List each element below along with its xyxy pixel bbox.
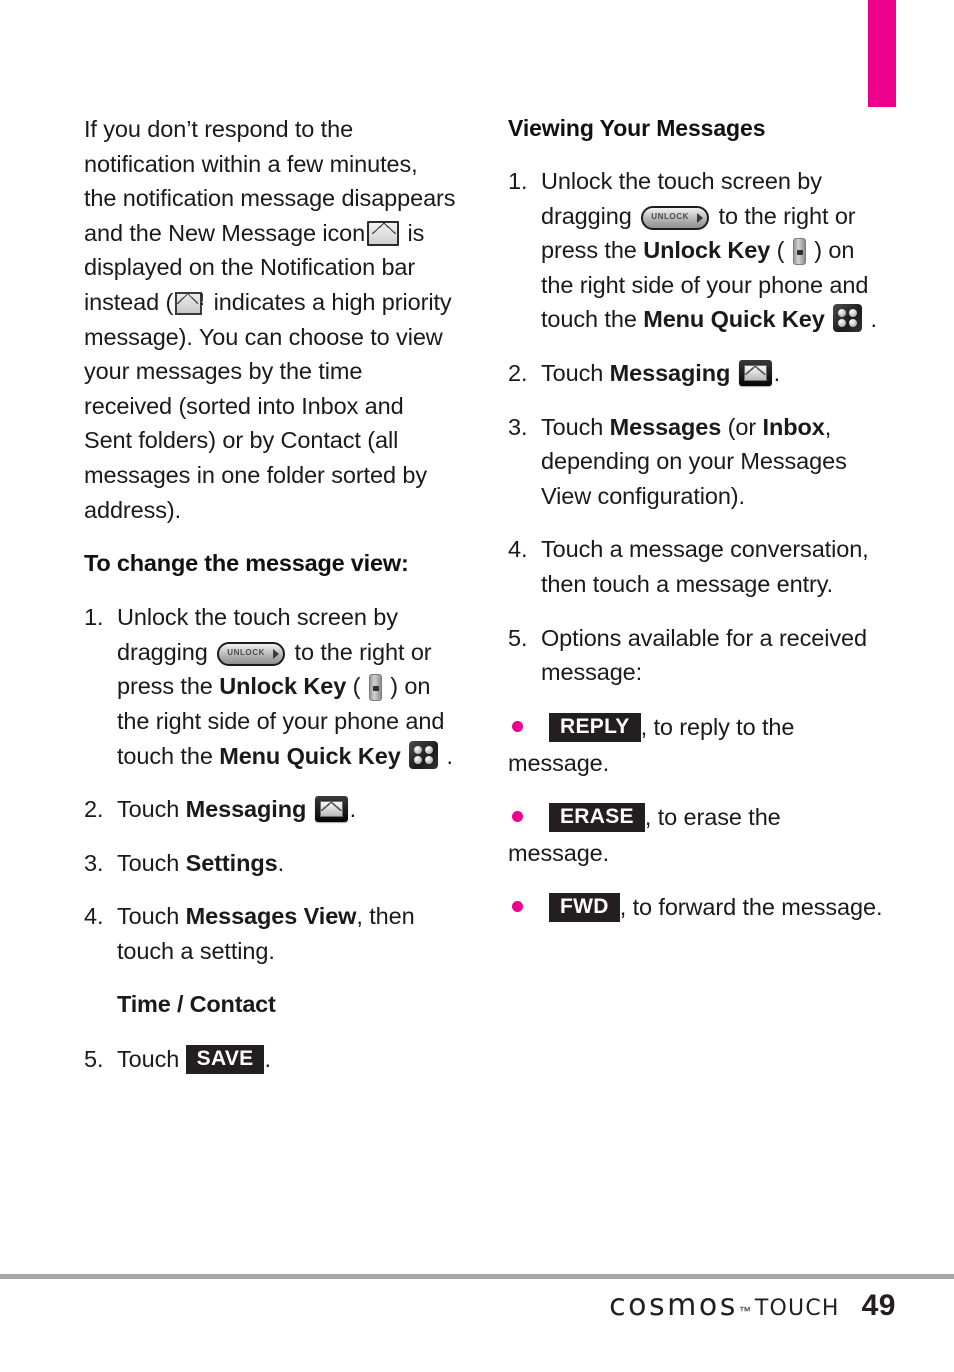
right-step-3-text-b: (or <box>727 413 757 440</box>
left-step-1-bold-unlock-key: Unlock Key <box>219 673 347 700</box>
right-step-3-number: 3. <box>508 413 528 440</box>
right-step-5-number: 5. <box>508 624 528 651</box>
option-reply: REPLY, to reply to the message. <box>508 709 886 781</box>
right-step-3-bold-inbox: Inbox <box>762 413 825 440</box>
left-step-3: 3. Touch Settings. <box>84 846 456 881</box>
left-step-5-text-a: Touch <box>117 1046 180 1073</box>
messaging-app-icon <box>314 796 348 823</box>
option-fwd: FWD, to forward the message. <box>508 889 886 925</box>
footer-divider <box>0 1274 954 1279</box>
left-step-2: 2. Touch Messaging . <box>84 792 456 827</box>
left-step-3-period: . <box>277 849 285 876</box>
footer: cosmos ™ TOUCH 49 <box>609 1288 896 1323</box>
right-step-1-period: . <box>870 306 878 333</box>
right-step-1-number: 1. <box>508 168 528 194</box>
left-column: If you don’t respond to the notification… <box>84 112 456 1096</box>
unlock-slider-label: UNLOCK <box>651 211 690 221</box>
high-priority-message-icon: ! <box>175 290 205 315</box>
brand-subname: TOUCH <box>754 1296 840 1321</box>
right-step-2-period: . <box>773 359 781 386</box>
left-step-5-number: 5. <box>84 1046 104 1073</box>
intro-paragraph: If you don’t respond to the notification… <box>84 112 456 527</box>
left-step-1-bold-menu-quick-key: Menu Quick Key <box>219 742 401 769</box>
left-step-3-text-a: Touch <box>117 849 180 876</box>
right-step-4: 4. Touch a message conversation, then tou… <box>508 532 886 601</box>
left-step-4-number: 4. <box>84 903 104 930</box>
right-step-1-paren-open: ( <box>776 237 785 264</box>
left-step-1-number: 1. <box>84 604 104 631</box>
viewing-your-messages-heading: Viewing Your Messages <box>508 115 766 141</box>
fwd-button-keycap[interactable]: FWD <box>549 892 620 922</box>
left-step-1-period: . <box>446 742 454 769</box>
right-step-1: 1. Unlock the touch screen by dragging UN… <box>508 164 886 337</box>
left-step-2-number: 2. <box>84 796 104 823</box>
right-step-2-text-a: Touch <box>541 359 604 386</box>
right-step-2: 2. Touch Messaging . <box>508 356 886 391</box>
right-step-3-text-a: Touch <box>541 413 604 440</box>
page-number: 49 <box>861 1289 896 1322</box>
unlock-slider-icon: UNLOCK <box>217 641 286 666</box>
left-step-3-number: 3. <box>84 849 104 876</box>
messages-view-options: Time / Contact <box>117 991 276 1018</box>
menu-quick-key-icon <box>833 304 863 333</box>
brand-name: cosmos <box>609 1288 738 1323</box>
right-step-2-bold-messaging: Messaging <box>609 359 731 386</box>
option-erase: ERASE, to erase the message. <box>508 799 886 871</box>
change-message-view-subheading: To change the message view: <box>84 550 409 577</box>
right-step-4-text-a: Touch a message conversation, then touch… <box>541 536 869 597</box>
save-button-keycap[interactable]: SAVE <box>185 1045 265 1075</box>
intro-text-part3: indicates a high priority message). You … <box>84 288 452 523</box>
left-step-2-text-a: Touch <box>117 796 180 823</box>
unlock-slider-label: UNLOCK <box>227 647 266 657</box>
priority-exclamation: ! <box>198 289 205 309</box>
option-fwd-text: , to forward the message. <box>619 893 883 920</box>
intro-text-part1: If you don’t respond to the notification… <box>84 116 456 246</box>
right-step-2-number: 2. <box>508 359 528 386</box>
bullet-dot-icon <box>512 901 523 913</box>
trademark-symbol: ™ <box>738 1304 751 1318</box>
left-step-4-text-a: Touch <box>117 903 180 930</box>
right-step-1-bold-unlock-key: Unlock Key <box>643 237 771 264</box>
right-column: Viewing Your Messages 1. Unlock the touch… <box>508 112 886 943</box>
left-step-1-paren-open: ( <box>352 673 361 700</box>
right-step-3-bold-messages: Messages <box>609 413 722 440</box>
left-step-2-period: . <box>349 796 357 823</box>
page-content: If you don’t respond to the notification… <box>0 0 954 1260</box>
new-message-envelope-icon <box>367 220 400 246</box>
menu-quick-key-icon <box>409 740 439 769</box>
left-step-3-bold-settings: Settings <box>185 849 278 876</box>
erase-button-keycap[interactable]: ERASE <box>549 802 645 832</box>
right-step-5-text-a: Options available for a received message… <box>541 624 867 686</box>
reply-button-keycap[interactable]: REPLY <box>549 712 641 742</box>
bullet-dot-icon <box>512 721 523 733</box>
right-step-1-bold-menu-quick-key: Menu Quick Key <box>643 306 825 333</box>
left-step-1: 1. Unlock the touch screen by dragging UN… <box>84 600 456 773</box>
left-step-4-bold-messages-view: Messages View <box>185 903 357 930</box>
unlock-slider-icon: UNLOCK <box>641 205 710 230</box>
unlock-key-icon <box>792 238 806 266</box>
left-step-5-period: . <box>264 1046 271 1073</box>
left-step-2-bold-messaging: Messaging <box>185 796 307 823</box>
unlock-key-icon <box>368 674 382 702</box>
right-step-5: 5. Options available for a received messa… <box>508 621 886 690</box>
left-step-5: 5. Touch SAVE. <box>84 1042 456 1077</box>
right-step-3: 3. Touch Messages (or Inbox, depending on… <box>508 410 886 514</box>
left-step-4: 4. Touch Messages View, then touch a sett… <box>84 899 456 968</box>
bullet-dot-icon <box>512 811 523 823</box>
right-step-4-number: 4. <box>508 536 528 563</box>
messaging-app-icon <box>738 359 772 386</box>
